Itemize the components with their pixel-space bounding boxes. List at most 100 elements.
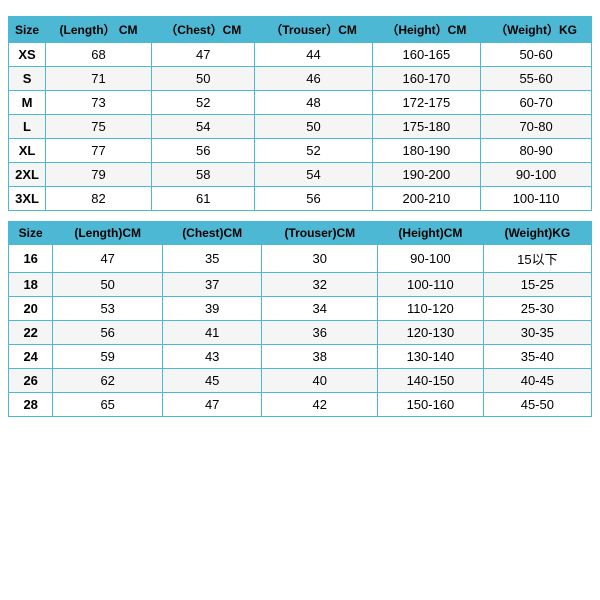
- adult-cell-4-5: 80-90: [481, 139, 592, 163]
- adult-cell-5-5: 90-100: [481, 163, 592, 187]
- children-cell-0-3: 30: [262, 245, 378, 273]
- adult-cell-0-5: 50-60: [481, 43, 592, 67]
- children-cell-2-5: 25-30: [483, 297, 591, 321]
- children-header-col-3: (Trouser)CM: [262, 222, 378, 245]
- adult-cell-6-0: 3XL: [9, 187, 46, 211]
- adult-cell-0-0: XS: [9, 43, 46, 67]
- adult-header-col-2: （Chest）CM: [152, 17, 255, 43]
- children-cell-2-4: 110-120: [378, 297, 484, 321]
- adult-cell-1-4: 160-170: [372, 67, 481, 91]
- children-cell-5-0: 26: [9, 369, 53, 393]
- adult-cell-5-2: 58: [152, 163, 255, 187]
- adult-cell-2-4: 172-175: [372, 91, 481, 115]
- adult-cell-6-2: 61: [152, 187, 255, 211]
- children-table-header: Size(Length)CM(Chest)CM(Trouser)CM(Heigh…: [9, 222, 592, 245]
- children-cell-3-0: 22: [9, 321, 53, 345]
- children-cell-2-2: 39: [162, 297, 261, 321]
- children-cell-1-0: 18: [9, 273, 53, 297]
- children-cell-1-3: 32: [262, 273, 378, 297]
- children-cell-0-5: 15以下: [483, 245, 591, 273]
- adult-header-col-1: (Length） CM: [46, 17, 152, 43]
- children-cell-1-1: 50: [53, 273, 163, 297]
- adult-cell-3-4: 175-180: [372, 115, 481, 139]
- adult-cell-4-4: 180-190: [372, 139, 481, 163]
- children-cell-4-2: 43: [162, 345, 261, 369]
- adult-cell-5-0: 2XL: [9, 163, 46, 187]
- children-cell-0-4: 90-100: [378, 245, 484, 273]
- table-row: 2XL795854190-20090-100: [9, 163, 592, 187]
- children-cell-5-1: 62: [53, 369, 163, 393]
- adult-header-col-3: （Trouser）CM: [255, 17, 372, 43]
- table-row: 22564136120-13030-35: [9, 321, 592, 345]
- adult-cell-0-2: 47: [152, 43, 255, 67]
- children-cell-6-4: 150-160: [378, 393, 484, 417]
- adult-cell-2-2: 52: [152, 91, 255, 115]
- table-row: 3XL826156200-210100-110: [9, 187, 592, 211]
- adult-cell-3-0: L: [9, 115, 46, 139]
- adult-cell-1-0: S: [9, 67, 46, 91]
- adult-section: Size(Length） CM（Chest）CM（Trouser）CM（Heig…: [8, 10, 592, 215]
- table-row: M735248172-17560-70: [9, 91, 592, 115]
- children-cell-0-1: 47: [53, 245, 163, 273]
- children-table: Size(Length)CM(Chest)CM(Trouser)CM(Heigh…: [8, 221, 592, 417]
- adult-cell-2-5: 60-70: [481, 91, 592, 115]
- table-row: XS684744160-16550-60: [9, 43, 592, 67]
- children-cell-6-0: 28: [9, 393, 53, 417]
- children-cell-4-0: 24: [9, 345, 53, 369]
- children-header-col-4: (Height)CM: [378, 222, 484, 245]
- children-cell-6-2: 47: [162, 393, 261, 417]
- adult-cell-1-1: 71: [46, 67, 152, 91]
- children-cell-4-1: 59: [53, 345, 163, 369]
- children-cell-4-5: 35-40: [483, 345, 591, 369]
- adult-cell-3-5: 70-80: [481, 115, 592, 139]
- adult-cell-6-1: 82: [46, 187, 152, 211]
- table-row: 20533934110-12025-30: [9, 297, 592, 321]
- children-cell-3-4: 120-130: [378, 321, 484, 345]
- table-row: 26624540140-15040-45: [9, 369, 592, 393]
- adult-cell-6-3: 56: [255, 187, 372, 211]
- adult-cell-1-3: 46: [255, 67, 372, 91]
- children-cell-5-5: 40-45: [483, 369, 591, 393]
- children-cell-6-5: 45-50: [483, 393, 591, 417]
- adult-cell-0-1: 68: [46, 43, 152, 67]
- children-cell-0-0: 16: [9, 245, 53, 273]
- table-row: 1647353090-10015以下: [9, 245, 592, 273]
- children-cell-3-1: 56: [53, 321, 163, 345]
- children-cell-5-4: 140-150: [378, 369, 484, 393]
- adult-cell-2-3: 48: [255, 91, 372, 115]
- children-header-col-2: (Chest)CM: [162, 222, 261, 245]
- children-table-body: 1647353090-10015以下18503732100-11015-2520…: [9, 245, 592, 417]
- table-row: L755450175-18070-80: [9, 115, 592, 139]
- children-header-col-0: Size: [9, 222, 53, 245]
- children-cell-1-2: 37: [162, 273, 261, 297]
- adult-header-col-5: （Weight）KG: [481, 17, 592, 43]
- children-cell-3-2: 41: [162, 321, 261, 345]
- children-cell-2-3: 34: [262, 297, 378, 321]
- adult-cell-1-2: 50: [152, 67, 255, 91]
- children-cell-0-2: 35: [162, 245, 261, 273]
- adult-cell-4-3: 52: [255, 139, 372, 163]
- adult-table-body: XS684744160-16550-60S715046160-17055-60M…: [9, 43, 592, 211]
- adult-cell-4-1: 77: [46, 139, 152, 163]
- adult-cell-4-2: 56: [152, 139, 255, 163]
- adult-cell-1-5: 55-60: [481, 67, 592, 91]
- table-row: XL775652180-19080-90: [9, 139, 592, 163]
- adult-cell-0-3: 44: [255, 43, 372, 67]
- children-cell-3-3: 36: [262, 321, 378, 345]
- adult-cell-3-1: 75: [46, 115, 152, 139]
- adult-cell-5-3: 54: [255, 163, 372, 187]
- children-cell-4-4: 130-140: [378, 345, 484, 369]
- children-cell-2-0: 20: [9, 297, 53, 321]
- children-header-col-5: (Weight)KG: [483, 222, 591, 245]
- children-header-col-1: (Length)CM: [53, 222, 163, 245]
- children-section: Size(Length)CM(Chest)CM(Trouser)CM(Heigh…: [8, 215, 592, 421]
- table-row: S715046160-17055-60: [9, 67, 592, 91]
- table-row: 28654742150-16045-50: [9, 393, 592, 417]
- table-row: 18503732100-11015-25: [9, 273, 592, 297]
- adult-cell-2-0: M: [9, 91, 46, 115]
- children-header-row: Size(Length)CM(Chest)CM(Trouser)CM(Heigh…: [9, 222, 592, 245]
- children-cell-6-1: 65: [53, 393, 163, 417]
- children-cell-1-4: 100-110: [378, 273, 484, 297]
- children-cell-2-1: 53: [53, 297, 163, 321]
- children-cell-5-2: 45: [162, 369, 261, 393]
